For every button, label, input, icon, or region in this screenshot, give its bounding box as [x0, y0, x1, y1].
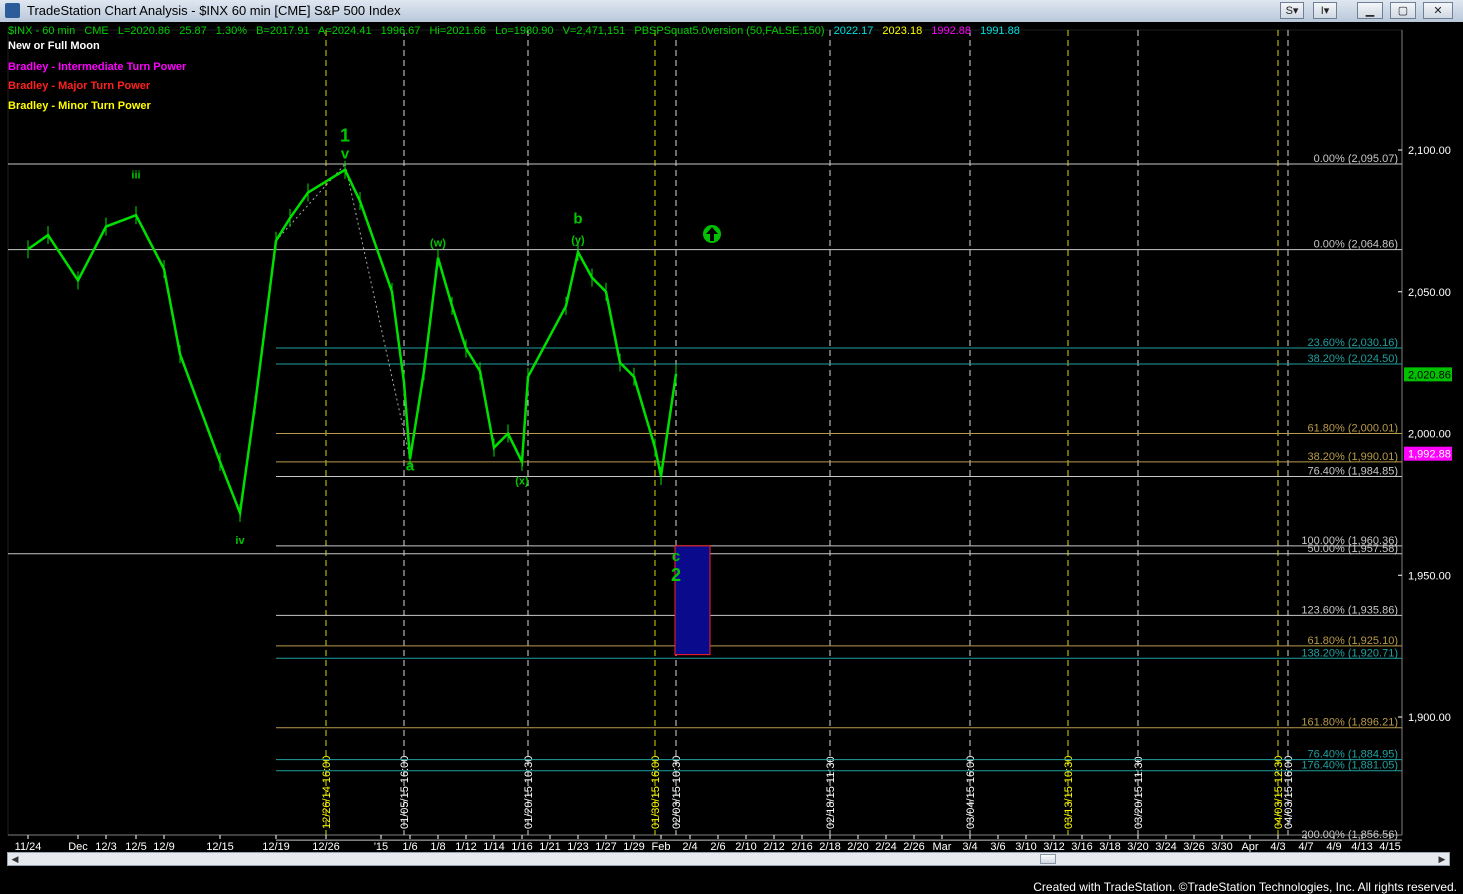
legend-bradley-intermediate: Bradley - Intermediate Turn Power — [8, 61, 187, 73]
fib-level-label: 61.80% (2,000.01) — [1307, 422, 1398, 434]
turn-date-label: 04/03/15 16:00 — [1283, 756, 1295, 829]
study-value-3: 1992.88 — [931, 25, 972, 37]
fib-level-label: 0.00% (2,064.86) — [1314, 239, 1398, 251]
symbol-link-button[interactable]: S▾ — [1280, 2, 1304, 19]
exchange-label: CME — [84, 25, 109, 37]
y-tick-label: 1,900.00 — [1408, 712, 1451, 724]
copyright-footer: Created with TradeStation. ©TradeStation… — [1033, 880, 1457, 894]
volume-value: V=2,471,151 — [562, 25, 626, 37]
fib-level-label: 61.80% (1,925.10) — [1307, 635, 1398, 647]
bid-price: B=2017.91 — [256, 25, 310, 37]
app-icon — [5, 3, 20, 18]
prev-close: 1996.67 — [380, 25, 421, 37]
scroll-left-icon[interactable]: ◀ — [8, 853, 22, 865]
wave-label: iii — [131, 169, 140, 181]
net-change: 25.87 — [179, 25, 207, 37]
legend-bradley-minor: Bradley - Minor Turn Power — [8, 100, 151, 112]
low-price: Lo=1980.90 — [495, 25, 554, 37]
scrollbar-thumb[interactable] — [1040, 854, 1056, 864]
plot-frame — [7, 29, 1403, 836]
close-button[interactable]: ✕ — [1423, 2, 1453, 19]
turn-date-label: 02/03/15 10:30 — [671, 756, 683, 829]
fib-level-label: 138.20% (1,920.71) — [1301, 647, 1398, 659]
symbol-label: $INX - 60 min — [8, 25, 76, 37]
wave-label: c — [672, 548, 680, 565]
symbol-header: $INX - 60 min CME L=2020.86 25.87 1.30% … — [8, 25, 1026, 37]
turn-date-label: 12/26/14 16:00 — [321, 756, 333, 829]
scroll-right-icon[interactable]: ▶ — [1435, 853, 1449, 865]
wave-label: 1 — [340, 125, 350, 145]
chart-area[interactable]: 2,100.00 2,050.00 2,000.00 1,950.00 1,900.00… — [0, 22, 1463, 894]
turn-date-label: 01/30/15 16:00 — [650, 756, 662, 829]
study-value-4: 1991.88 — [980, 25, 1020, 37]
turn-date-label: 02/18/15 11:30 — [825, 756, 837, 829]
high-price: Hi=2021.66 — [429, 25, 487, 37]
wave-label: iv — [235, 535, 245, 547]
fib-level-label: 123.60% (1,935.86) — [1301, 604, 1398, 616]
study-value-1: 2022.17 — [833, 25, 874, 37]
ask-price: A=2024.41 — [318, 25, 372, 37]
wave-label: (x) — [515, 476, 529, 488]
wave-label: (w) — [430, 237, 446, 249]
fib-level-label: 50.00% (1,957.58) — [1307, 543, 1398, 555]
fib-level-label: 38.20% (2,024.50) — [1307, 353, 1398, 365]
minimize-button[interactable]: ▁ — [1357, 2, 1383, 19]
price-flag-label: 2,020.86 — [1408, 369, 1451, 381]
y-tick-label: 2,050.00 — [1408, 287, 1451, 299]
wave-label: a — [406, 457, 415, 474]
interval-link-button[interactable]: I▾ — [1313, 2, 1337, 19]
window-title: TradeStation Chart Analysis - $INX 60 mi… — [27, 3, 401, 18]
legend-bradley-major: Bradley - Major Turn Power — [8, 80, 151, 92]
window-titlebar: TradeStation Chart Analysis - $INX 60 mi… — [0, 0, 1463, 23]
turn-date-label: 03/04/15 16:00 — [965, 756, 977, 829]
fib-level-label: 76.40% (1,984.85) — [1307, 465, 1398, 477]
legend-moon: New or Full Moon — [8, 40, 100, 52]
fib-level-label: 38.20% (1,990.01) — [1307, 451, 1398, 463]
last-price: L=2020.86 — [117, 25, 171, 37]
target-box — [674, 545, 711, 656]
wave-label: 2 — [671, 565, 681, 585]
study-value-2: 2023.18 — [882, 25, 923, 37]
pct-change: 1.30% — [215, 25, 247, 37]
turn-date-label: 03/13/15 10:30 — [1063, 756, 1075, 829]
fib-level-label: 161.80% (1,896.21) — [1301, 717, 1398, 729]
price-chart[interactable]: 2,100.00 2,050.00 2,000.00 1,950.00 1,900.00… — [0, 22, 1463, 893]
maximize-button[interactable]: ▢ — [1390, 2, 1416, 19]
y-tick-label: 2,000.00 — [1408, 429, 1451, 441]
wave-label: v — [341, 146, 350, 163]
wave-label: b — [573, 211, 582, 228]
y-tick-label: 2,100.00 — [1408, 145, 1451, 157]
fib-level-label: 176.40% (1,881.05) — [1301, 760, 1398, 772]
y-tick-label: 1,950.00 — [1408, 570, 1451, 582]
horizontal-scrollbar[interactable]: ◀ ▶ — [7, 852, 1450, 866]
study-name: PBSPSquat5.0version (50,FALSE,150) — [634, 25, 825, 37]
price-flag-label: 1,992.88 — [1408, 449, 1451, 461]
fib-level-label: 23.60% (2,030.16) — [1307, 337, 1398, 349]
wave-trendline — [344, 164, 411, 460]
wave-label: (y) — [571, 235, 585, 247]
turn-date-label: 01/20/15 10:30 — [523, 756, 535, 829]
fib-level-label: 0.00% (2,095.07) — [1314, 153, 1398, 165]
fib-level-label: 200.00% (1,856.56) — [1301, 829, 1398, 841]
turn-date-label: 01/05/15 16:00 — [399, 756, 411, 829]
turn-date-label: 03/20/15 11:30 — [1133, 756, 1145, 829]
